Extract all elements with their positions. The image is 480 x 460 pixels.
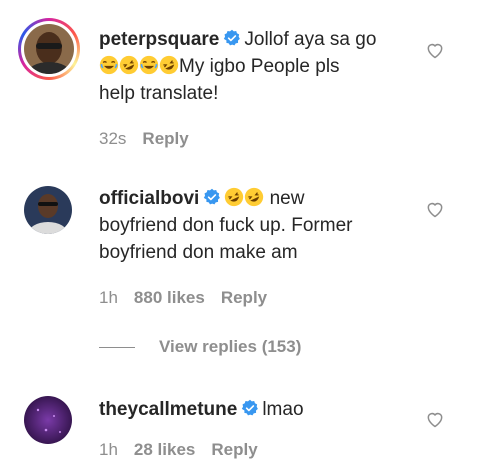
comment-peterpsquare: peterpsquare Jollof aya sa go My igbo Peo… bbox=[0, 0, 480, 170]
comment-time: 1h bbox=[99, 440, 118, 459]
verified-badge-icon bbox=[224, 29, 241, 46]
reply-button[interactable]: Reply bbox=[211, 440, 257, 459]
reply-button[interactable]: Reply bbox=[221, 288, 267, 307]
comment-text-line3: help translate! bbox=[99, 83, 219, 104]
view-replies-button[interactable]: View replies (153) bbox=[99, 337, 301, 357]
likes-count[interactable]: 880 likes bbox=[134, 288, 205, 307]
replies-divider bbox=[99, 347, 135, 349]
comment-meta: 1h 880 likes Reply bbox=[99, 288, 283, 308]
comment-meta: 1h 28 likes Reply bbox=[99, 440, 274, 460]
avatar[interactable] bbox=[24, 24, 74, 74]
comment-meta: 32s Reply bbox=[99, 129, 205, 149]
comment-time: 1h bbox=[99, 288, 118, 307]
avatar[interactable] bbox=[24, 396, 72, 444]
comment-text-line1: lmao bbox=[262, 399, 304, 420]
verified-badge-icon bbox=[242, 399, 259, 416]
verified-badge-icon bbox=[204, 188, 221, 205]
rofl-emoji-icon bbox=[159, 55, 179, 75]
rofl-emoji-icon bbox=[119, 55, 139, 75]
likes-count[interactable]: 28 likes bbox=[134, 440, 195, 459]
username[interactable]: theycallmetune bbox=[99, 399, 237, 420]
comment-text-line1: Jollof aya sa go bbox=[244, 29, 377, 50]
comment-text-line2: My igbo People pls bbox=[179, 56, 340, 77]
joy-emoji-icon bbox=[99, 55, 119, 75]
view-replies-label[interactable]: View replies (153) bbox=[159, 337, 301, 356]
comment-body: peterpsquare Jollof aya sa go My igbo Peo… bbox=[99, 26, 419, 107]
rofl-emoji-icon bbox=[245, 187, 264, 207]
heart-outline-icon[interactable] bbox=[425, 40, 445, 60]
comment-body: theycallmetune lmao bbox=[99, 396, 419, 423]
reply-button[interactable]: Reply bbox=[142, 129, 188, 148]
comment-text-line2: boyfriend don fuck up. Former bbox=[99, 215, 353, 236]
comment-time: 32s bbox=[99, 129, 127, 148]
username[interactable]: peterpsquare bbox=[99, 29, 219, 50]
heart-outline-icon[interactable] bbox=[425, 199, 445, 219]
heart-outline-icon[interactable] bbox=[425, 409, 445, 429]
comment-text-line3: boyfriend don make am bbox=[99, 242, 298, 263]
avatar-story-ring[interactable] bbox=[18, 18, 80, 80]
username[interactable]: officialbovi bbox=[99, 188, 199, 209]
comment-body: officialbovi new boyfriend don fuck up. … bbox=[99, 185, 419, 266]
comment-text-line1: new bbox=[269, 188, 305, 209]
rofl-emoji-icon bbox=[225, 187, 244, 207]
avatar[interactable] bbox=[24, 186, 72, 234]
joy-emoji-icon bbox=[139, 55, 159, 75]
